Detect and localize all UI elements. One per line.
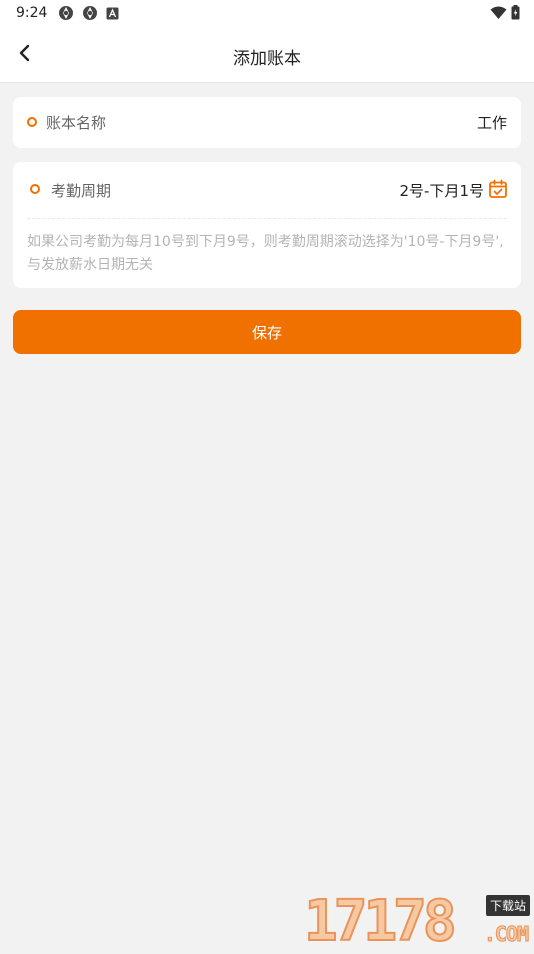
divider	[27, 218, 507, 219]
wifi-icon	[490, 5, 507, 24]
aperture-icon	[58, 5, 74, 21]
battery-icon	[511, 5, 520, 24]
watermark-com: .COM	[483, 922, 529, 947]
period-field-label: 考勤周期	[51, 182, 112, 200]
status-icons-right	[490, 5, 520, 24]
status-time: 9:24	[16, 5, 48, 21]
period-field-value[interactable]: 2号-下月1号	[400, 180, 485, 201]
page-title: 添加账本	[233, 49, 301, 69]
app-bar: 添加账本	[0, 28, 534, 83]
name-field-label: 账本名称	[46, 114, 107, 132]
save-button[interactable]: 保存	[13, 310, 521, 354]
bullet-dot-icon	[27, 117, 37, 127]
status-bar: 9:24	[0, 0, 534, 28]
period-field-card: 考勤周期 2号-下月1号 如果公司考勤为每月10号到下月9号，则考勤周期滚动选择…	[13, 162, 521, 288]
status-icons-left	[58, 5, 119, 21]
calendar-check-icon[interactable]	[488, 179, 508, 199]
name-field-value[interactable]: 工作	[477, 112, 507, 133]
watermark-badge: 下载站	[485, 895, 530, 916]
watermark-digits: 17178	[303, 889, 458, 954]
a-box-icon	[106, 7, 119, 20]
period-hint-text: 如果公司考勤为每月10号到下月9号，则考勤周期滚动选择为'10号-下月9号',与…	[27, 234, 504, 273]
bullet-dot-icon	[30, 184, 40, 194]
name-field-row[interactable]: 账本名称 工作	[13, 97, 521, 148]
watermark-logo: 17178 下载站 .COM	[303, 889, 530, 954]
aperture-icon	[82, 5, 98, 21]
